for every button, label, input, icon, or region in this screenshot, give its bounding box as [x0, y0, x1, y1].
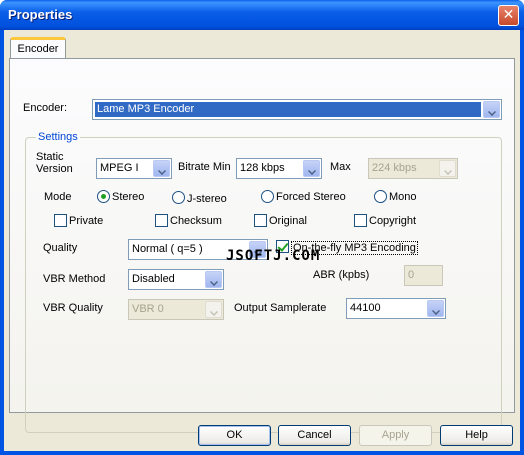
ok-button[interactable]: OK [198, 425, 271, 446]
mode-mono-radio[interactable] [374, 190, 387, 203]
close-button[interactable]: ✕ [498, 5, 519, 26]
checksum-label[interactable]: Checksum [170, 215, 222, 227]
output-samplerate-select[interactable]: 44100 [346, 298, 446, 319]
abr-input-value: 0 [408, 269, 415, 281]
settings-group-title: Settings [36, 131, 80, 143]
chevron-down-icon[interactable] [205, 271, 222, 288]
bitrate-min-label: Bitrate Min [178, 161, 231, 173]
bitrate-max-select: 224 kbps [368, 158, 458, 179]
private-checkbox[interactable] [54, 214, 67, 227]
mode-stereo-radio[interactable] [97, 190, 110, 203]
version-label: Version [36, 163, 73, 175]
chevron-down-icon [439, 160, 456, 177]
max-label: Max [330, 161, 351, 173]
vbr-quality-select-value: VBR 0 [132, 303, 164, 315]
title-bar[interactable]: Properties ✕ [0, 0, 524, 30]
mode-forced-stereo-radio[interactable] [261, 190, 274, 203]
output-samplerate-select-value: 44100 [350, 302, 381, 314]
window-title: Properties [8, 7, 73, 22]
encoder-select[interactable]: Lame MP3 Encoder [92, 99, 502, 120]
bitrate-max-select-value: 224 kbps [372, 162, 417, 174]
mode-jstereo-label[interactable]: J-stereo [187, 193, 227, 205]
cancel-button[interactable]: Cancel [278, 425, 351, 446]
watermark-text: JSOFTJ.COM [226, 248, 321, 264]
output-samplerate-label: Output Samplerate [234, 302, 327, 314]
vbr-quality-select: VBR 0 [128, 299, 224, 320]
mode-mono-label[interactable]: Mono [389, 191, 417, 203]
properties-dialog: Properties ✕ Encoder Encoder: Lame MP3 E… [0, 0, 524, 455]
quality-select-value: Normal ( q=5 ) [132, 243, 203, 255]
close-icon: ✕ [502, 7, 515, 23]
original-label[interactable]: Original [269, 215, 307, 227]
abr-input: 0 [404, 265, 443, 286]
mode-label: Mode [44, 191, 72, 203]
bitrate-min-select-value: 128 kbps [240, 162, 285, 174]
private-label[interactable]: Private [69, 215, 103, 227]
apply-button: Apply [359, 425, 432, 446]
help-button[interactable]: Help [440, 425, 513, 446]
mode-stereo-label[interactable]: Stereo [112, 191, 144, 203]
version-select-value: MPEG I [100, 162, 139, 174]
encoder-select-value: Lame MP3 Encoder [95, 102, 481, 117]
quality-label: Quality [43, 242, 78, 254]
encoder-label: Encoder: [23, 102, 68, 114]
mode-forced-stereo-label[interactable]: Forced Stereo [276, 191, 346, 203]
chevron-down-icon[interactable] [427, 300, 444, 317]
version-select[interactable]: MPEG I [96, 158, 172, 179]
tab-encoder-label: Encoder [17, 43, 59, 55]
chevron-down-icon[interactable] [483, 101, 500, 118]
bitrate-min-select[interactable]: 128 kbps [236, 158, 322, 179]
abr-label: ABR (kpbs) [313, 269, 370, 281]
original-checkbox[interactable] [254, 214, 267, 227]
static-label: Static [36, 151, 64, 163]
copyright-label[interactable]: Copyright [369, 215, 416, 227]
vbr-method-label: VBR Method [43, 273, 106, 285]
copyright-checkbox[interactable] [354, 214, 367, 227]
vbr-method-select-value: Disabled [132, 273, 175, 285]
encoder-tab-panel: Encoder: Lame MP3 Encoder Settings Stati… [9, 58, 515, 433]
mode-jstereo-radio[interactable] [172, 191, 185, 204]
tab-encoder[interactable]: Encoder [10, 37, 66, 59]
checksum-checkbox[interactable] [155, 214, 168, 227]
chevron-down-icon [205, 301, 222, 318]
vbr-method-select[interactable]: Disabled [128, 269, 224, 290]
chevron-down-icon[interactable] [303, 160, 320, 177]
dialog-client: Encoder Encoder: Lame MP3 Encoder Settin… [4, 30, 520, 451]
chevron-down-icon[interactable] [153, 160, 170, 177]
vbr-quality-label: VBR Quality [43, 302, 103, 314]
